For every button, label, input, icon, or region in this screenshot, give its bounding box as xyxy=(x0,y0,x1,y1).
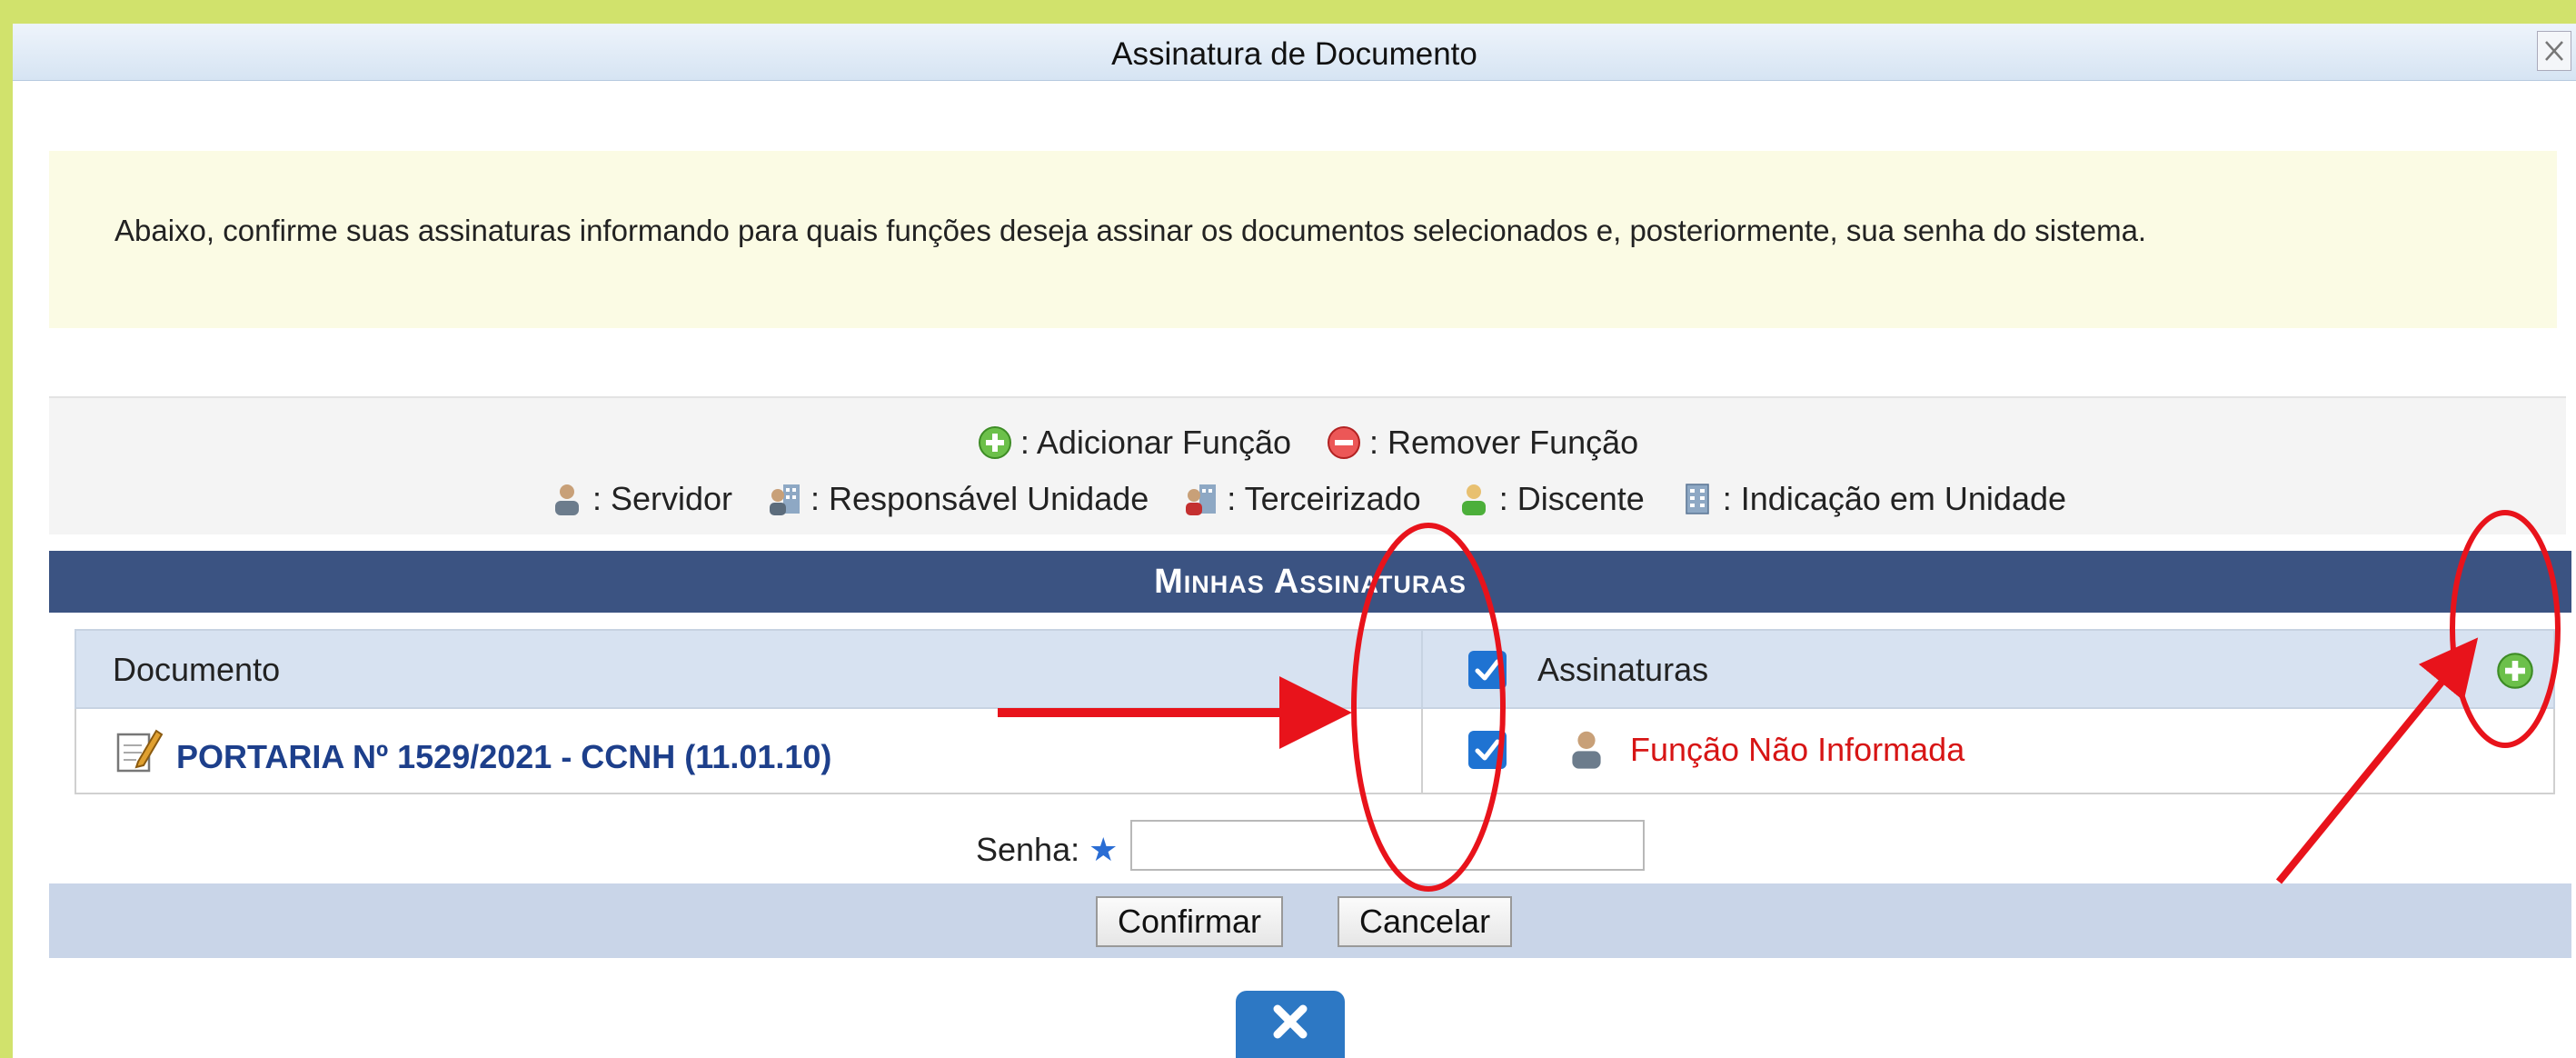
funcao-nao-informada-text: Função Não Informada xyxy=(1630,731,1965,768)
confirm-button[interactable]: Confirmar xyxy=(1096,896,1284,947)
document-link[interactable]: PORTARIA Nº 1529/2021 - CCNH (11.01.10) xyxy=(176,738,831,776)
indicacao-unidade-icon xyxy=(1686,484,1709,514)
row-select-checkbox[interactable] xyxy=(1468,731,1507,769)
legend-servidor: : Servidor xyxy=(549,480,732,518)
col-assinaturas-header: Assinaturas xyxy=(1537,651,1709,688)
signatures-table: Documento Assinaturas PORTARIA Nº 1529/2… xyxy=(49,613,2571,958)
red-minus-icon xyxy=(1328,426,1361,459)
instructions-box: Abaixo, confirme suas assinaturas inform… xyxy=(49,151,2557,328)
terceirizado-icon xyxy=(1186,484,1217,515)
required-star-icon: ★ xyxy=(1089,831,1119,868)
edit-document-icon xyxy=(116,729,164,773)
discente-icon xyxy=(1461,484,1486,515)
section-title: Minhas Assinaturas xyxy=(49,551,2571,613)
legend-add-function: : Adicionar Função xyxy=(977,424,1291,462)
close-dialog-button[interactable] xyxy=(1236,991,1345,1058)
table-row: PORTARIA Nº 1529/2021 - CCNH (11.01.10) … xyxy=(75,709,2555,794)
servidor-icon xyxy=(1572,731,1601,769)
close-icon[interactable] xyxy=(2537,31,2571,71)
legend-discente: : Discente xyxy=(1456,480,1645,518)
senha-input[interactable] xyxy=(1130,820,1645,871)
dialog-titlebar: Assinatura de Documento xyxy=(13,24,2576,81)
senha-label: Senha: ★ xyxy=(976,831,1119,868)
legend-responsavel-unidade: : Responsável Unidade xyxy=(767,480,1149,518)
col-documento-header: Documento xyxy=(113,651,281,688)
instructions-text: Abaixo, confirme suas assinaturas inform… xyxy=(114,214,2147,247)
green-plus-icon xyxy=(978,426,1011,459)
signature-dialog: Assinatura de Documento Abaixo, confirme… xyxy=(13,24,2576,1058)
icon-legend: : Adicionar Função : Remover Função : Se… xyxy=(49,396,2566,534)
legend-terceirizado: : Terceirizado xyxy=(1183,480,1421,518)
responsavel-unidade-icon xyxy=(770,484,801,515)
add-function-icon[interactable] xyxy=(2495,651,2535,691)
legend-remove-function: : Remover Função xyxy=(1326,424,1638,462)
select-all-checkbox[interactable] xyxy=(1468,651,1507,689)
cancel-button[interactable]: Cancelar xyxy=(1338,896,1513,947)
legend-indicacao-unidade: : Indicação em Unidade xyxy=(1679,480,2066,518)
dialog-title: Assinatura de Documento xyxy=(1111,36,1477,72)
table-header: Documento Assinaturas xyxy=(75,629,2555,711)
form-footer: Confirmar Cancelar xyxy=(49,883,2571,958)
servidor-icon xyxy=(554,484,579,515)
